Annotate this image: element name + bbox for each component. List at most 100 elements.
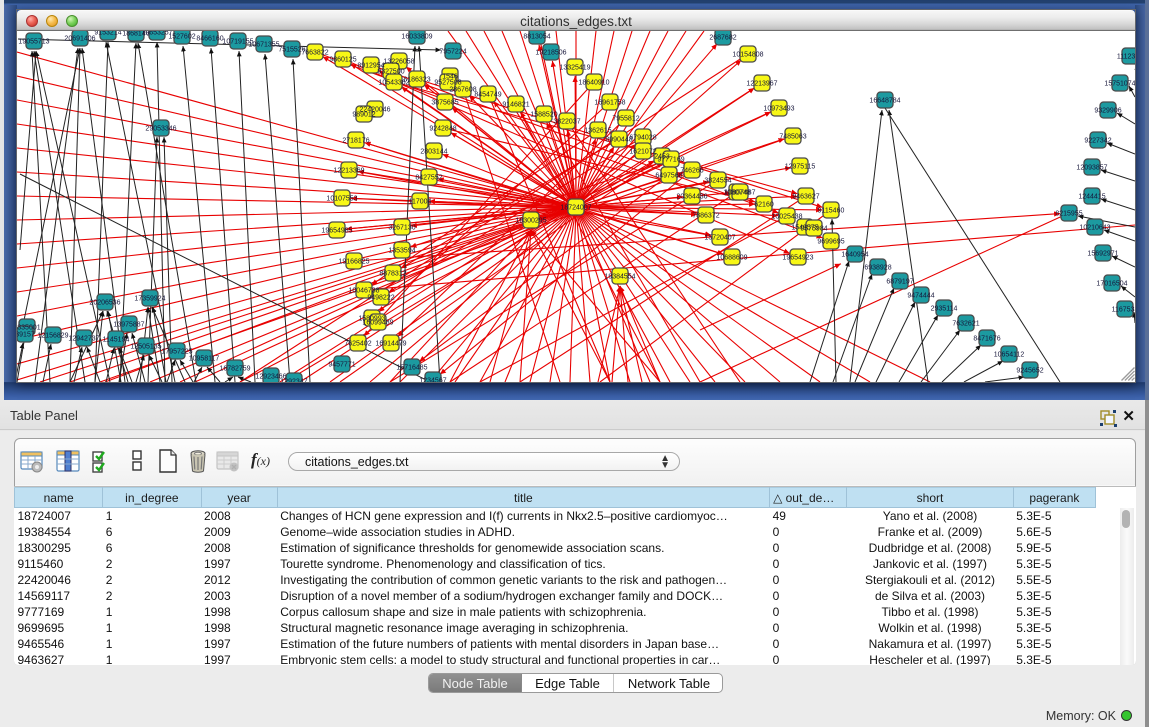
svg-text:19654923: 19654923 bbox=[782, 255, 813, 262]
svg-text:9498222: 9498222 bbox=[367, 295, 394, 302]
svg-text:16033809: 16033809 bbox=[401, 34, 432, 41]
svg-text:16648784: 16648784 bbox=[869, 98, 900, 105]
svg-text:12156829: 12156829 bbox=[37, 333, 68, 340]
svg-text:9327500: 9327500 bbox=[377, 69, 404, 76]
svg-text:1640954: 1640954 bbox=[841, 252, 868, 259]
svg-text:15692971: 15692971 bbox=[1087, 251, 1118, 258]
svg-text:13975887: 13975887 bbox=[113, 322, 144, 329]
svg-text:9699695: 9699695 bbox=[817, 239, 844, 246]
svg-text:9245652: 9245652 bbox=[1016, 368, 1043, 375]
svg-text:10543362: 10543362 bbox=[378, 80, 409, 87]
svg-text:7485063: 7485063 bbox=[779, 134, 806, 141]
svg-text:16099489: 16099489 bbox=[362, 320, 393, 327]
svg-text:1234567: 1234567 bbox=[419, 378, 446, 383]
svg-text:19166825: 19166825 bbox=[338, 259, 369, 266]
svg-text:1145194: 1145194 bbox=[103, 337, 130, 344]
svg-text:20691406: 20691406 bbox=[64, 36, 95, 43]
svg-text:1362615: 1362615 bbox=[584, 128, 611, 135]
svg-text:9527508: 9527508 bbox=[434, 80, 461, 87]
svg-text:8471676: 8471676 bbox=[973, 336, 1000, 343]
svg-text:9329906: 9329906 bbox=[1094, 108, 1121, 115]
svg-text:10688609: 10688609 bbox=[716, 255, 747, 262]
svg-text:19654985: 19654985 bbox=[321, 228, 352, 235]
svg-text:20364436: 20364436 bbox=[676, 194, 707, 201]
svg-text:9777169: 9777169 bbox=[657, 157, 684, 164]
svg-text:19218506: 19218506 bbox=[535, 50, 566, 57]
svg-text:7886372: 7886372 bbox=[692, 213, 719, 220]
svg-text:12213369: 12213369 bbox=[333, 168, 364, 175]
svg-text:6794028: 6794028 bbox=[629, 135, 656, 142]
svg-text:10671355: 10671355 bbox=[248, 42, 279, 49]
svg-text:989012: 989012 bbox=[352, 112, 375, 119]
svg-text:10807487: 10807487 bbox=[724, 190, 755, 197]
svg-text:1292347: 1292347 bbox=[280, 379, 307, 383]
svg-text:8813054: 8813054 bbox=[523, 34, 550, 41]
svg-text:10973493: 10973493 bbox=[763, 106, 794, 113]
svg-text:7955812: 7955812 bbox=[612, 116, 639, 123]
svg-text:8466160: 8466160 bbox=[196, 36, 223, 43]
svg-text:9153214: 9153214 bbox=[94, 31, 121, 37]
svg-text:29053346: 29053346 bbox=[145, 126, 176, 133]
svg-text:9146821: 9146821 bbox=[502, 102, 529, 109]
svg-text:3267130: 3267130 bbox=[388, 225, 415, 232]
svg-text:8427552: 8427552 bbox=[415, 175, 442, 182]
svg-text:7625402: 7625402 bbox=[344, 341, 371, 348]
svg-text:1167533: 1167533 bbox=[1112, 307, 1135, 314]
svg-text:8878312: 8878312 bbox=[379, 271, 406, 278]
svg-text:12975115: 12975115 bbox=[785, 164, 816, 171]
svg-text:3824554: 3824554 bbox=[704, 178, 731, 185]
svg-text:12213967: 12213967 bbox=[746, 81, 777, 88]
svg-text:9457771: 9457771 bbox=[328, 362, 355, 369]
svg-text:1621072: 1621072 bbox=[629, 149, 656, 156]
svg-text:10107553: 10107553 bbox=[326, 196, 357, 203]
svg-text:19055713: 19055713 bbox=[18, 39, 49, 46]
svg-text:17957225: 17957225 bbox=[161, 349, 192, 356]
svg-text:15720407: 15720407 bbox=[704, 235, 735, 242]
svg-text:9227342: 9227342 bbox=[1084, 138, 1111, 145]
svg-text:117004: 117004 bbox=[409, 199, 432, 206]
svg-text:1244415: 1244415 bbox=[1078, 194, 1105, 201]
svg-text:9242848: 9242848 bbox=[429, 126, 456, 133]
svg-text:2935114: 2935114 bbox=[931, 306, 958, 313]
svg-text:6879197: 6879197 bbox=[886, 279, 913, 286]
svg-text:10958117: 10958117 bbox=[189, 356, 220, 363]
svg-text:10154808: 10154808 bbox=[732, 52, 763, 59]
svg-text:9474444: 9474444 bbox=[907, 293, 934, 300]
svg-text:1353594: 1353594 bbox=[388, 248, 415, 255]
svg-text:2718176: 2718176 bbox=[342, 138, 369, 145]
svg-text:8215955: 8215955 bbox=[1055, 211, 1082, 218]
svg-text:17016504: 17016504 bbox=[1096, 281, 1127, 288]
svg-text:1588520: 1588520 bbox=[530, 112, 557, 119]
svg-text:7957224: 7957224 bbox=[439, 49, 466, 56]
svg-text:6497568: 6497568 bbox=[655, 173, 682, 180]
svg-text:3822037: 3822037 bbox=[553, 119, 580, 126]
svg-text:12942737: 12942737 bbox=[68, 336, 99, 343]
svg-text:2803144: 2803144 bbox=[420, 149, 447, 156]
svg-text:3875685: 3875685 bbox=[431, 100, 458, 107]
svg-text:9575984: 9575984 bbox=[800, 226, 827, 233]
svg-text:39157: 39157 bbox=[17, 332, 35, 339]
svg-text:1335001: 1335001 bbox=[17, 325, 41, 332]
svg-text:17359924: 17359924 bbox=[134, 296, 165, 303]
svg-text:13226058: 13226058 bbox=[383, 59, 414, 66]
svg-text:6938928: 6938928 bbox=[864, 265, 891, 272]
svg-text:16914479: 16914479 bbox=[375, 341, 406, 348]
svg-text:18724007: 18724007 bbox=[560, 205, 591, 212]
svg-text:9463627: 9463627 bbox=[792, 194, 819, 201]
svg-text:7632621: 7632621 bbox=[952, 321, 979, 328]
svg-text:20206536: 20206536 bbox=[89, 300, 120, 307]
svg-text:9115460: 9115460 bbox=[818, 208, 845, 215]
svg-text:15716485: 15716485 bbox=[396, 365, 427, 372]
svg-text:8454749: 8454749 bbox=[474, 92, 501, 99]
svg-text:12093857: 12093857 bbox=[1076, 165, 1107, 172]
svg-text:10025438: 10025438 bbox=[771, 214, 802, 221]
svg-text:15751074: 15751074 bbox=[1104, 81, 1135, 88]
svg-text:12505135: 12505135 bbox=[130, 344, 161, 351]
svg-text:10654112: 10654112 bbox=[994, 352, 1025, 359]
svg-text:2867608: 2867608 bbox=[449, 87, 476, 94]
svg-text:2687682: 2687682 bbox=[709, 35, 736, 42]
svg-text:16961758: 16961758 bbox=[594, 100, 625, 107]
svg-text:62160: 62160 bbox=[754, 202, 774, 209]
svg-text:18640910: 18640910 bbox=[578, 80, 609, 87]
svg-text:10210643: 10210643 bbox=[1079, 225, 1110, 232]
